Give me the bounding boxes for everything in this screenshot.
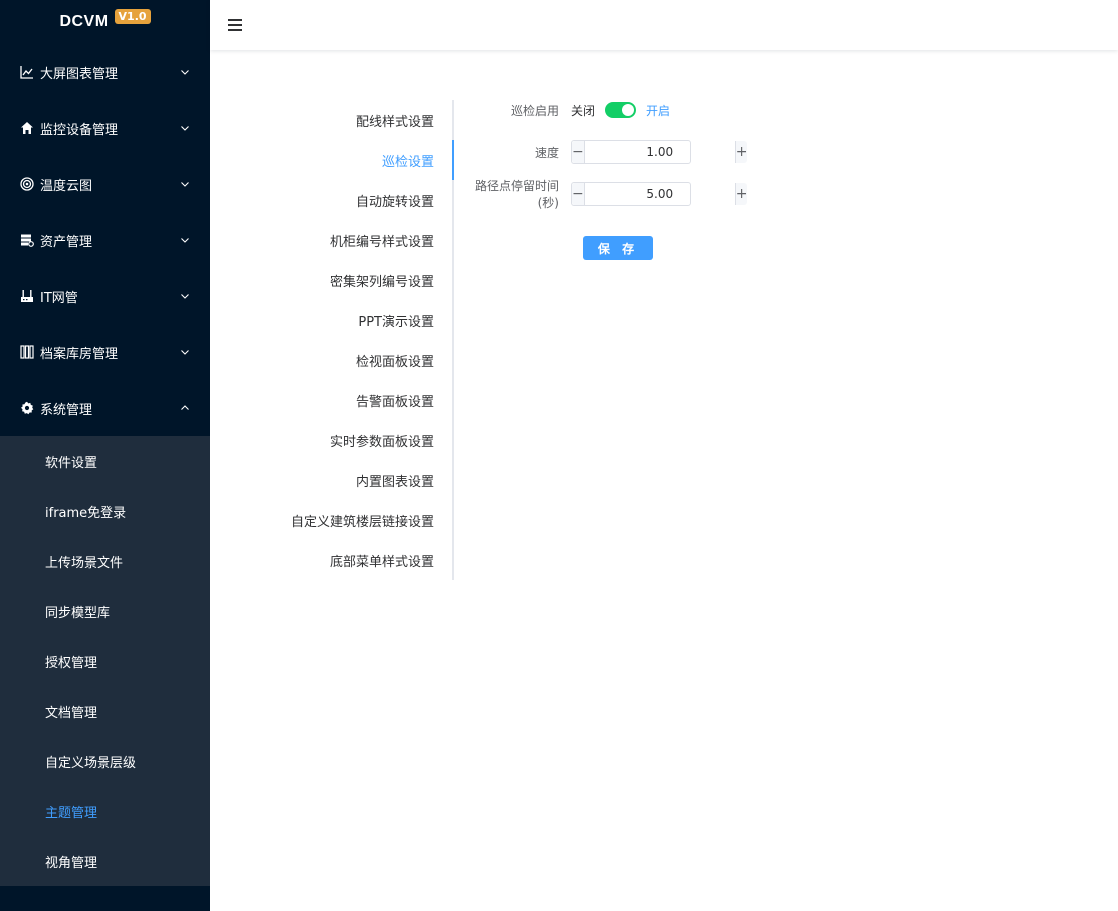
submenu-item-iframe-login[interactable]: iframe免登录 bbox=[0, 486, 210, 536]
switch-on-text[interactable]: 开启 bbox=[646, 102, 670, 119]
dwell-input[interactable] bbox=[584, 183, 735, 205]
chevron-down-icon bbox=[180, 291, 190, 301]
submenu-item-upload-scene[interactable]: 上传场景文件 bbox=[0, 536, 210, 586]
form-row-enable: 巡检启用 关闭 开启 bbox=[454, 96, 854, 124]
tab-alarm-panel[interactable]: 告警面板设置 bbox=[270, 380, 452, 420]
submenu-item-view-angles[interactable]: 视角管理 bbox=[0, 836, 210, 886]
speed-decrease-button[interactable]: − bbox=[572, 141, 585, 163]
save-button[interactable]: 保 存 bbox=[583, 236, 653, 260]
settings-tabs: 配线样式设置 巡检设置 自动旋转设置 机柜编号样式设置 密集架列编号设置 PPT… bbox=[270, 100, 454, 580]
target-icon bbox=[20, 177, 34, 191]
dwell-increase-button[interactable]: + bbox=[734, 183, 748, 205]
tab-auto-rotate[interactable]: 自动旋转设置 bbox=[270, 180, 452, 220]
dwell-label: 路径点停留时间(秒) bbox=[474, 179, 559, 210]
dwell-stepper: − + bbox=[571, 182, 748, 206]
brand: DCVM V1.0 bbox=[0, 0, 210, 44]
line-chart-icon bbox=[20, 65, 34, 79]
chevron-down-icon bbox=[180, 235, 190, 245]
router-icon bbox=[20, 289, 34, 303]
submenu-item-scene-levels[interactable]: 自定义场景层级 bbox=[0, 736, 210, 786]
submenu-item-license[interactable]: 授权管理 bbox=[0, 636, 210, 686]
sidebar-item-system-management[interactable]: 系统管理 bbox=[0, 380, 210, 436]
speed-input[interactable] bbox=[584, 141, 735, 163]
sidebar-item-label: IT网管 bbox=[40, 290, 78, 306]
sidebar-item-monitor-devices[interactable]: 监控设备管理 bbox=[0, 100, 210, 156]
sidebar-item-temperature-cloud[interactable]: 温度云图 bbox=[0, 156, 210, 212]
speed-increase-button[interactable]: + bbox=[734, 141, 748, 163]
tab-shelf-number[interactable]: 密集架列编号设置 bbox=[270, 260, 452, 300]
brand-name: DCVM bbox=[59, 13, 109, 30]
patrol-settings-form: 巡检启用 关闭 开启 速度 − + 路径点停留时间(秒) − + 保 存 bbox=[454, 96, 854, 260]
tab-cabinet-number-style[interactable]: 机柜编号样式设置 bbox=[270, 220, 452, 260]
app: DCVM V1.0 大屏图表管理 监控设备管理 温度云图 资产管理 IT网管 档… bbox=[0, 0, 1118, 911]
speed-stepper: − + bbox=[571, 140, 748, 164]
dwell-decrease-button[interactable]: − bbox=[572, 183, 585, 205]
sidebar-item-asset-management[interactable]: 资产管理 bbox=[0, 212, 210, 268]
submenu-item-theme[interactable]: 主题管理 bbox=[0, 786, 210, 836]
archive-icon bbox=[20, 345, 34, 359]
top-header bbox=[210, 0, 1118, 50]
sidebar-item-label: 档案库房管理 bbox=[40, 346, 119, 362]
server-icon bbox=[20, 233, 34, 247]
tab-inspect-panel[interactable]: 检视面板设置 bbox=[270, 340, 452, 380]
gear-icon bbox=[20, 401, 34, 415]
tab-bottom-menu[interactable]: 底部菜单样式设置 bbox=[270, 540, 452, 580]
sidebar-item-label: 监控设备管理 bbox=[40, 122, 119, 138]
menu-toggle-icon[interactable] bbox=[228, 19, 242, 31]
sidebar-item-label: 系统管理 bbox=[40, 402, 93, 418]
submenu-item-software-settings[interactable]: 软件设置 bbox=[0, 436, 210, 486]
speed-label: 速度 bbox=[534, 145, 559, 160]
tab-ppt-demo[interactable]: PPT演示设置 bbox=[270, 300, 452, 340]
sidebar-item-it-network[interactable]: IT网管 bbox=[0, 268, 210, 324]
tab-realtime-panel[interactable]: 实时参数面板设置 bbox=[270, 420, 452, 460]
sidebar-item-label: 大屏图表管理 bbox=[40, 66, 119, 82]
tab-patrol[interactable]: 巡检设置 bbox=[270, 140, 454, 180]
submenu-item-documents[interactable]: 文档管理 bbox=[0, 686, 210, 736]
chevron-down-icon bbox=[180, 347, 190, 357]
submenu-item-sync-models[interactable]: 同步模型库 bbox=[0, 586, 210, 636]
sidebar-item-label: 温度云图 bbox=[40, 178, 93, 194]
chevron-down-icon bbox=[180, 179, 190, 189]
form-row-speed: 速度 − + bbox=[454, 138, 854, 166]
tab-wiring-style[interactable]: 配线样式设置 bbox=[270, 100, 452, 140]
home-icon bbox=[20, 121, 34, 135]
chevron-down-icon bbox=[180, 123, 190, 133]
patrol-enable-switch[interactable] bbox=[605, 102, 637, 118]
sidebar-item-archive-room[interactable]: 档案库房管理 bbox=[0, 324, 210, 380]
form-row-dwell: 路径点停留时间(秒) − + bbox=[454, 179, 854, 210]
switch-group: 关闭 开启 bbox=[571, 102, 670, 119]
sidebar-item-chart-management[interactable]: 大屏图表管理 bbox=[0, 44, 210, 100]
chevron-down-icon bbox=[180, 67, 190, 77]
sidebar-item-label: 资产管理 bbox=[40, 234, 93, 250]
system-submenu: 软件设置 iframe免登录 上传场景文件 同步模型库 授权管理 文档管理 自定… bbox=[0, 436, 210, 886]
tab-builtin-chart[interactable]: 内置图表设置 bbox=[270, 460, 452, 500]
switch-off-text[interactable]: 关闭 bbox=[571, 102, 595, 119]
enable-label: 巡检启用 bbox=[510, 103, 559, 118]
tab-floor-link[interactable]: 自定义建筑楼层链接设置 bbox=[270, 500, 452, 540]
chevron-up-icon bbox=[180, 403, 190, 413]
version-badge: V1.0 bbox=[114, 8, 151, 24]
sidebar: DCVM V1.0 大屏图表管理 监控设备管理 温度云图 资产管理 IT网管 档… bbox=[0, 0, 210, 911]
